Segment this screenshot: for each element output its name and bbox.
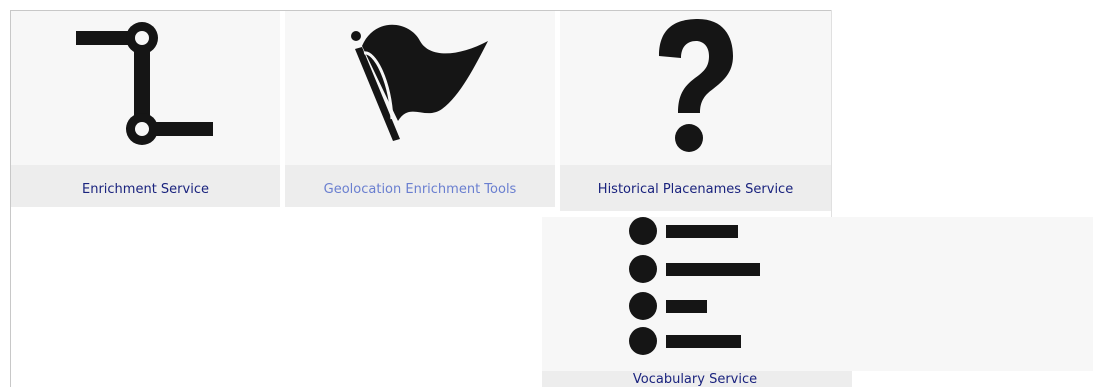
tile-label-area: Enrichment Service [11,165,280,207]
historical-placenames-service-link[interactable]: Historical Placenames Service [560,182,831,197]
tile-enrichment-service[interactable]: Enrichment Service [11,11,280,207]
tile-label-area: Vocabulary Service [542,371,852,387]
list-icon [629,217,760,355]
tile-historical-placenames-service[interactable]: Historical Placenames Service [560,11,831,211]
geolocation-enrichment-tools-link[interactable]: Geolocation Enrichment Tools [285,182,555,197]
gallery-border-right [831,10,832,217]
route-icon [76,22,213,145]
tile-icon-area [11,11,280,165]
tile-label-area: Historical Placenames Service [560,165,831,211]
service-gallery: Enrichment Service Geolocation Enrichmen… [0,0,1093,387]
tile-icon-area [542,217,1093,371]
tile-icon-area [560,11,831,165]
tile-vocabulary-service[interactable]: Vocabulary Service [542,217,1093,387]
flag-icon [351,24,488,141]
tile-label-area: Geolocation Enrichment Tools [285,165,555,207]
enrichment-service-link[interactable]: Enrichment Service [11,182,280,197]
vocabulary-service-link[interactable]: Vocabulary Service [542,372,848,387]
question-mark-icon [659,19,733,152]
tile-geolocation-enrichment-tools[interactable]: Geolocation Enrichment Tools [285,11,555,207]
tile-icon-area [285,11,555,165]
